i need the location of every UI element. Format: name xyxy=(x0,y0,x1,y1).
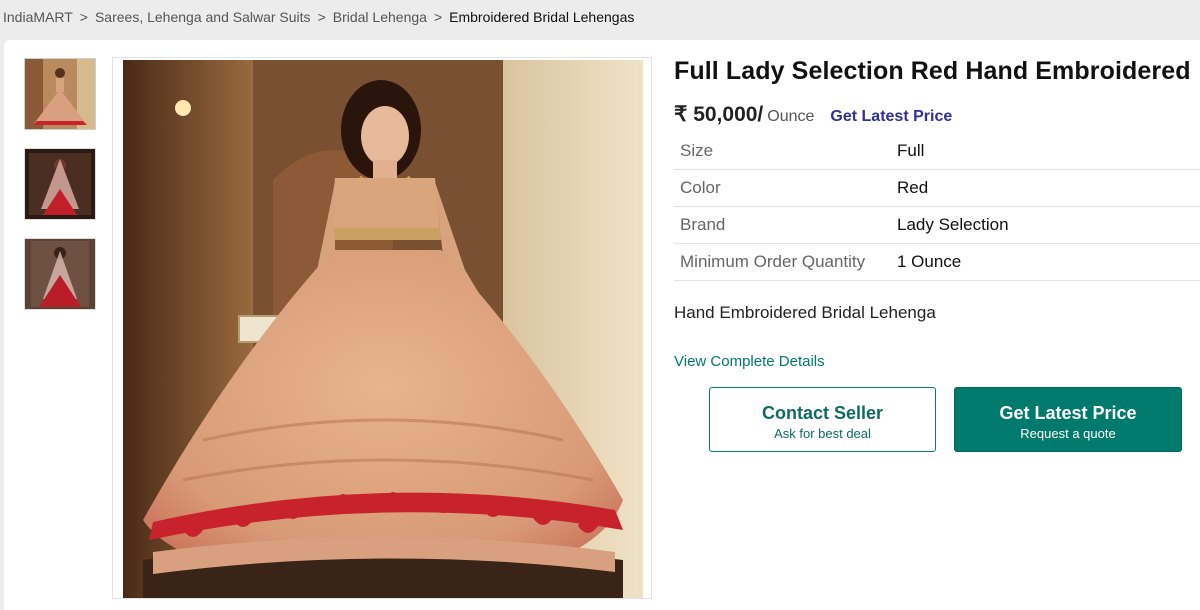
thumbnail-image-lehenga-front xyxy=(25,59,95,129)
spec-value: Red xyxy=(891,169,1200,207)
breadcrumb-item-home[interactable]: IndiaMART xyxy=(3,9,73,25)
breadcrumb-item-subcategory[interactable]: Bridal Lehenga xyxy=(333,9,427,25)
spec-value: 1 Ounce xyxy=(891,243,1200,281)
breadcrumb-item-current: Embroidered Bridal Lehengas xyxy=(449,9,635,25)
spec-row-moq: Minimum Order Quantity 1 Ounce xyxy=(674,243,1200,281)
spec-label: Color xyxy=(674,169,891,207)
price-row: ₹ 50,000/Ounce Get Latest Price xyxy=(674,102,952,127)
get-latest-price-subtitle: Request a quote xyxy=(1020,426,1116,441)
spec-label: Size xyxy=(674,133,891,170)
spec-value: Lady Selection xyxy=(891,206,1200,244)
contact-seller-subtitle: Ask for best deal xyxy=(774,426,871,441)
price-value: ₹ 50,000/ xyxy=(674,103,764,126)
product-card: Full Lady Selection Red Hand Embroidered… xyxy=(4,40,1200,610)
spec-row-color: Color Red xyxy=(674,169,1200,207)
get-latest-price-button[interactable]: Get Latest Price Request a quote xyxy=(954,387,1182,452)
product-title: Full Lady Selection Red Hand Embroidered xyxy=(674,57,1191,85)
main-product-image[interactable] xyxy=(112,57,652,599)
spec-row-brand: Brand Lady Selection xyxy=(674,206,1200,244)
breadcrumb-separator: > xyxy=(79,9,88,25)
breadcrumb-item-category[interactable]: Sarees, Lehenga and Salwar Suits xyxy=(95,9,311,25)
thumbnail-image-lehenga-side xyxy=(25,239,95,309)
spec-value: Full xyxy=(891,133,1200,170)
spec-row-size: Size Full xyxy=(674,133,1200,170)
product-photo-bridal-lehenga xyxy=(123,60,643,598)
get-latest-price-title: Get Latest Price xyxy=(999,403,1137,423)
thumbnail-3[interactable] xyxy=(24,238,96,310)
thumbnail-2[interactable] xyxy=(24,148,96,220)
spec-label: Minimum Order Quantity xyxy=(674,243,891,281)
product-description: Hand Embroidered Bridal Lehenga xyxy=(674,303,936,322)
thumbnail-1[interactable] xyxy=(24,58,96,130)
view-complete-details-link[interactable]: View Complete Details xyxy=(674,353,825,370)
get-latest-price-link[interactable]: Get Latest Price xyxy=(830,108,952,125)
thumbnail-image-lehenga-veil xyxy=(25,149,95,219)
contact-seller-button[interactable]: Contact Seller Ask for best deal xyxy=(709,387,936,452)
breadcrumb-separator: > xyxy=(317,9,326,25)
price-unit: Ounce xyxy=(767,108,815,125)
breadcrumb-separator: > xyxy=(433,9,443,25)
spec-table: Size Full Color Red Brand Lady Selection… xyxy=(674,133,1200,281)
spec-label: Brand xyxy=(674,206,891,244)
contact-seller-title: Contact Seller xyxy=(761,403,884,423)
breadcrumb: IndiaMART > Sarees, Lehenga and Salwar Sui… xyxy=(3,9,634,27)
